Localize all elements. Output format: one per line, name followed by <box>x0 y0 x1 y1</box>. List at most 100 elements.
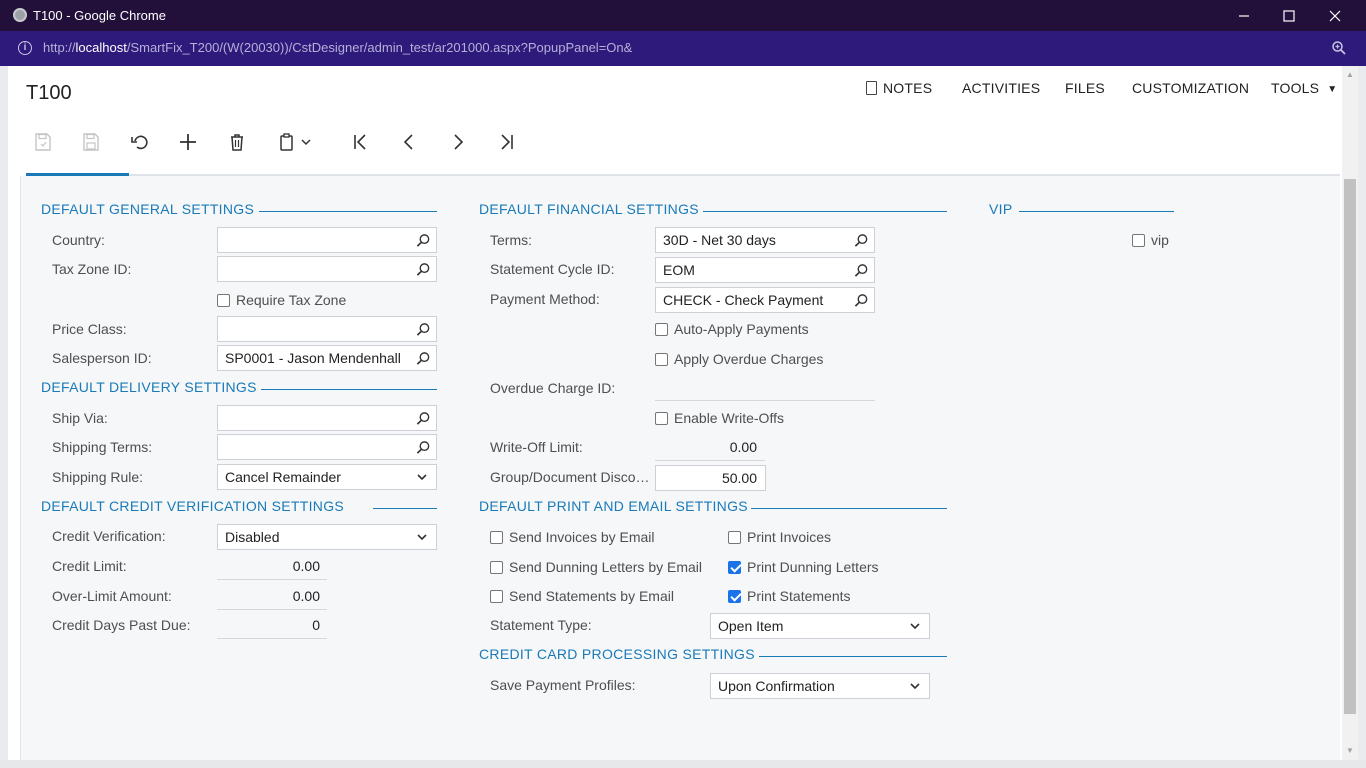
scroll-down-icon[interactable]: ▼ <box>1346 746 1354 755</box>
maximize-button[interactable] <box>1266 0 1312 31</box>
search-icon[interactable] <box>416 322 431 337</box>
send-invoices-checkbox[interactable]: Send Invoices by Email <box>490 529 655 545</box>
tools-menu[interactable]: TOOLS ▼ <box>1271 80 1337 96</box>
checkbox-box[interactable] <box>655 411 668 425</box>
price-class-field[interactable] <box>217 316 437 342</box>
checkbox-box[interactable] <box>655 352 668 366</box>
credit-verification-select[interactable]: Disabled <box>217 524 437 550</box>
terms-field[interactable]: 30D - Net 30 days <box>655 227 875 253</box>
salesperson-value: SP0001 - Jason Mendenhall <box>225 350 401 366</box>
search-icon[interactable] <box>854 263 869 278</box>
close-window-button[interactable] <box>1312 0 1358 31</box>
print-dunning-checkbox[interactable]: Print Dunning Letters <box>728 559 879 575</box>
save-profiles-value: Upon Confirmation <box>718 678 835 694</box>
checkbox-box-checked[interactable] <box>728 560 741 574</box>
tax-zone-label: Tax Zone ID: <box>52 261 132 277</box>
undo-button[interactable] <box>124 126 156 158</box>
checkbox-box[interactable] <box>1132 233 1145 247</box>
address-bar[interactable]: i http://localhost/SmartFix_T200/(W(2003… <box>0 31 1366 66</box>
group-doc-label: Group/Document Disco… <box>490 469 650 485</box>
statement-type-select[interactable]: Open Item <box>710 613 930 639</box>
last-record-button[interactable] <box>490 126 522 158</box>
country-label: Country: <box>52 232 105 248</box>
activities-button[interactable]: ACTIVITIES <box>962 80 1040 96</box>
site-info-icon[interactable]: i <box>18 41 32 55</box>
require-tax-zone-checkbox[interactable]: Require Tax Zone <box>217 292 346 308</box>
overdue-charge-field[interactable] <box>655 375 875 401</box>
scrollbar-thumb[interactable] <box>1344 179 1356 714</box>
window-title: T100 - Google Chrome <box>33 8 166 23</box>
over-limit-value[interactable]: 0.00 <box>217 584 327 610</box>
over-limit-label: Over-Limit Amount: <box>52 588 172 604</box>
checkbox-box-checked[interactable] <box>728 589 741 603</box>
search-icon[interactable] <box>416 262 431 277</box>
files-button[interactable]: FILES <box>1065 80 1105 96</box>
notes-button[interactable]: NOTES <box>866 80 932 96</box>
checkbox-box[interactable] <box>490 530 503 544</box>
writeoff-limit-value[interactable]: 0.00 <box>655 435 765 461</box>
print-invoices-checkbox[interactable]: Print Invoices <box>728 529 831 545</box>
search-icon[interactable] <box>854 233 869 248</box>
url-prefix: http:// <box>43 40 76 55</box>
send-dunning-checkbox[interactable]: Send Dunning Letters by Email <box>490 559 702 575</box>
statement-cycle-field[interactable]: EOM <box>655 257 875 283</box>
print-statements-checkbox[interactable]: Print Statements <box>728 588 851 604</box>
files-label: FILES <box>1065 80 1105 96</box>
apply-overdue-checkbox[interactable]: Apply Overdue Charges <box>655 351 823 367</box>
customization-label: CUSTOMIZATION <box>1132 80 1250 96</box>
previous-record-button[interactable] <box>393 126 425 158</box>
print-statements-label: Print Statements <box>747 588 851 604</box>
checkbox-box[interactable] <box>655 322 668 336</box>
search-icon[interactable] <box>416 411 431 426</box>
minimize-button[interactable] <box>1221 0 1267 31</box>
scroll-up-icon[interactable]: ▲ <box>1346 70 1354 79</box>
credit-days-value[interactable]: 0 <box>217 613 327 639</box>
enable-writeoffs-checkbox[interactable]: Enable Write-Offs <box>655 410 784 426</box>
search-icon[interactable] <box>416 440 431 455</box>
save-profiles-select[interactable]: Upon Confirmation <box>710 673 930 699</box>
save-button[interactable] <box>75 126 107 158</box>
checkbox-box[interactable] <box>490 589 503 603</box>
delivery-settings-title: DEFAULT DELIVERY SETTINGS <box>41 379 257 395</box>
form-area: DEFAULT GENERAL SETTINGS Country: Tax Zo… <box>20 176 1340 760</box>
save-close-button[interactable] <box>27 126 59 158</box>
close-icon <box>1329 10 1341 22</box>
ship-via-field[interactable] <box>217 405 437 431</box>
checkbox-box[interactable] <box>217 293 230 307</box>
send-statements-checkbox[interactable]: Send Statements by Email <box>490 588 674 604</box>
url-path: /SmartFix_T200/(W(20030))/CstDesigner/ad… <box>126 40 633 55</box>
vip-checkbox[interactable]: vip <box>1132 232 1169 248</box>
first-icon <box>354 134 366 150</box>
section-divider <box>751 508 947 509</box>
auto-apply-checkbox[interactable]: Auto-Apply Payments <box>655 321 809 337</box>
next-record-button[interactable] <box>442 126 474 158</box>
group-doc-field[interactable]: 50.00 <box>655 465 766 491</box>
save-close-icon <box>35 133 51 151</box>
chevron-down-icon <box>417 534 427 541</box>
country-field[interactable] <box>217 227 437 253</box>
section-divider <box>373 508 437 509</box>
add-button[interactable] <box>172 126 204 158</box>
delete-button[interactable] <box>221 126 253 158</box>
search-icon[interactable] <box>416 233 431 248</box>
url-text[interactable]: http://localhost/SmartFix_T200/(W(20030)… <box>43 40 632 55</box>
search-icon[interactable] <box>416 351 431 366</box>
checkbox-box[interactable] <box>728 530 741 544</box>
first-record-button[interactable] <box>345 126 377 158</box>
shipping-rule-select[interactable]: Cancel Remainder <box>217 464 437 490</box>
zoom-icon[interactable] <box>1331 40 1347 56</box>
copy-paste-menu[interactable] <box>271 126 317 158</box>
salesperson-field[interactable]: SP0001 - Jason Mendenhall <box>217 345 437 371</box>
checkbox-box[interactable] <box>490 560 503 574</box>
shipping-terms-field[interactable] <box>217 434 437 460</box>
salesperson-label: Salesperson ID: <box>52 350 152 366</box>
vertical-scrollbar[interactable]: ▲ ▼ <box>1342 66 1358 760</box>
search-icon[interactable] <box>854 293 869 308</box>
tax-zone-field[interactable] <box>217 256 437 282</box>
credit-limit-value[interactable]: 0.00 <box>217 554 327 580</box>
apply-overdue-label: Apply Overdue Charges <box>674 351 824 367</box>
customization-button[interactable]: CUSTOMIZATION <box>1132 80 1249 96</box>
payment-method-field[interactable]: CHECK - Check Payment <box>655 287 875 313</box>
credit-limit-label: Credit Limit: <box>52 558 127 574</box>
enable-writeoffs-label: Enable Write-Offs <box>674 410 784 426</box>
